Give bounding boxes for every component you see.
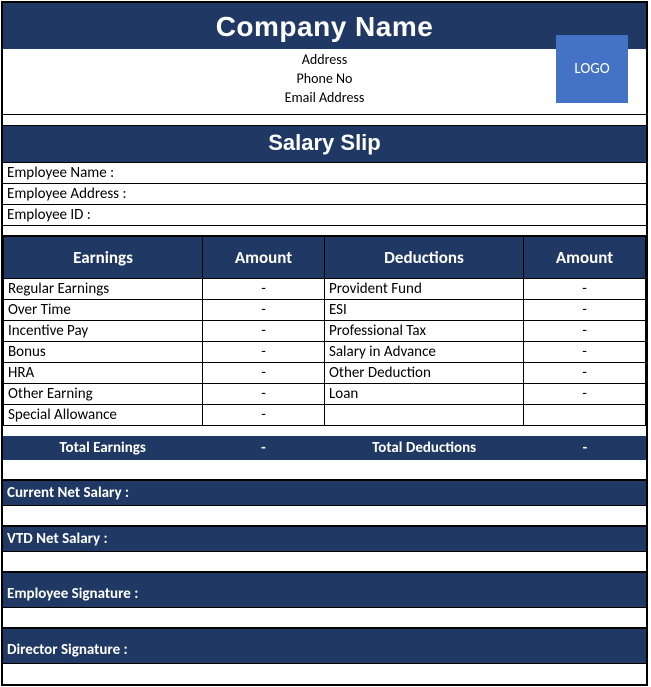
deduction-label: Provident Fund	[324, 279, 523, 300]
table-row: Bonus-Salary in Advance-	[4, 342, 646, 363]
total-earnings-label: Total Earnings	[3, 436, 202, 460]
vtd-net-label: VTD Net Salary :	[7, 530, 108, 548]
table-row: Over Time-ESI-	[4, 300, 646, 321]
deduction-label: ESI	[324, 300, 523, 321]
deduction-label	[324, 405, 523, 426]
col-deductions: Deductions	[324, 237, 523, 279]
director-signature-label: Director Signature :	[7, 641, 128, 659]
earning-label: Over Time	[4, 300, 203, 321]
table-row: Special Allowance-	[4, 405, 646, 426]
col-amount-earnings: Amount	[203, 237, 325, 279]
spacer	[3, 115, 646, 125]
company-address: Address	[3, 51, 646, 70]
employee-id-label: Employee ID :	[7, 206, 91, 224]
current-net-salary-row: Current Net Salary :	[3, 480, 646, 506]
table-row: HRA-Other Deduction-	[4, 363, 646, 384]
employee-id-row: Employee ID :	[3, 205, 646, 226]
company-contact-block: Address Phone No Email Address	[3, 49, 646, 114]
deduction-amount: -	[524, 300, 646, 321]
deduction-label: Salary in Advance	[324, 342, 523, 363]
header-block: Company Name Address Phone No Email Addr…	[3, 3, 646, 115]
earning-label: Incentive Pay	[4, 321, 203, 342]
earning-amount: -	[203, 405, 325, 426]
table-row: Incentive Pay-Professional Tax-	[4, 321, 646, 342]
deduction-amount: -	[524, 279, 646, 300]
earning-label: Special Allowance	[4, 405, 203, 426]
company-name: Company Name	[3, 3, 646, 43]
table-header-row: Earnings Amount Deductions Amount	[4, 237, 646, 279]
spacer	[3, 506, 646, 526]
company-phone: Phone No	[3, 70, 646, 89]
table-row: Other Earning-Loan-	[4, 384, 646, 405]
earnings-deductions-table: Earnings Amount Deductions Amount Regula…	[3, 236, 646, 426]
earning-label: HRA	[4, 363, 203, 384]
document-title: Salary Slip	[3, 125, 646, 163]
spacer	[3, 460, 646, 480]
employee-address-label: Employee Address :	[7, 185, 126, 203]
company-email: Email Address	[3, 89, 646, 108]
employee-name-row: Employee Name :	[3, 163, 646, 184]
total-earnings-value: -	[202, 436, 324, 460]
earning-label: Other Earning	[4, 384, 203, 405]
table-row: Regular Earnings-Provident Fund-	[4, 279, 646, 300]
earning-amount: -	[203, 321, 325, 342]
deduction-label: Professional Tax	[324, 321, 523, 342]
earning-amount: -	[203, 363, 325, 384]
salary-slip-document: Company Name Address Phone No Email Addr…	[1, 1, 648, 686]
deduction-amount: -	[524, 342, 646, 363]
employee-signature-row: Employee Signature :	[3, 572, 646, 608]
spacer	[3, 552, 646, 572]
director-signature-row: Director Signature :	[3, 628, 646, 664]
deduction-amount: -	[524, 384, 646, 405]
col-amount-deductions: Amount	[524, 237, 646, 279]
company-logo: LOGO	[556, 35, 628, 103]
current-net-label: Current Net Salary :	[7, 484, 129, 502]
deduction-label: Loan	[324, 384, 523, 405]
total-deductions-value: -	[524, 436, 646, 460]
earning-label: Regular Earnings	[4, 279, 203, 300]
deduction-amount: -	[524, 321, 646, 342]
employee-signature-label: Employee Signature :	[7, 585, 138, 603]
employee-name-label: Employee Name :	[7, 164, 114, 182]
totals-row: Total Earnings - Total Deductions -	[3, 436, 646, 460]
deduction-amount	[524, 405, 646, 426]
total-deductions-label: Total Deductions	[324, 436, 523, 460]
spacer	[3, 226, 646, 236]
earning-amount: -	[203, 279, 325, 300]
spacer	[3, 664, 646, 684]
deduction-label: Other Deduction	[324, 363, 523, 384]
earning-amount: -	[203, 342, 325, 363]
col-earnings: Earnings	[4, 237, 203, 279]
employee-address-row: Employee Address :	[3, 184, 646, 205]
spacer	[3, 426, 646, 436]
earning-amount: -	[203, 384, 325, 405]
earning-amount: -	[203, 300, 325, 321]
vtd-net-salary-row: VTD Net Salary :	[3, 526, 646, 552]
spacer	[3, 608, 646, 628]
totals-table: Total Earnings - Total Deductions -	[3, 436, 646, 460]
deduction-amount: -	[524, 363, 646, 384]
earning-label: Bonus	[4, 342, 203, 363]
